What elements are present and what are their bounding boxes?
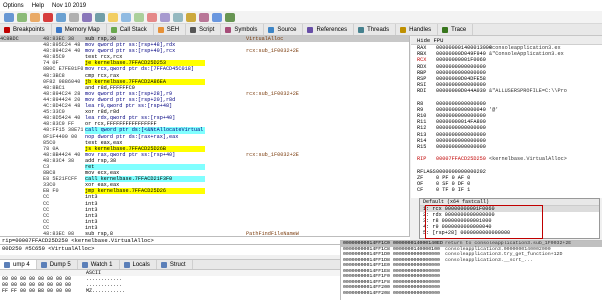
menu-help[interactable]: Help (32, 3, 44, 9)
dump-tab-label: Dump 5 (49, 261, 71, 268)
registers-pane[interactable]: Hide FPU RAX 000000001400013000 <consoleap… (411, 36, 602, 198)
toolbar-button-icon[interactable] (134, 12, 144, 22)
struct-icon (160, 261, 167, 268)
dump-tab-watch-1[interactable]: Watch 1 (78, 260, 120, 269)
references-icon (307, 26, 314, 33)
toolbar-button-icon[interactable] (17, 12, 27, 22)
toolbar-button-icon[interactable] (69, 12, 79, 22)
tab-label: Script (199, 26, 215, 33)
tab-trace[interactable]: Trace (438, 24, 474, 35)
toolbar-button-icon[interactable] (147, 12, 157, 22)
breakpoint-icon (4, 26, 10, 33)
toolbar-button-icon[interactable] (212, 12, 222, 22)
stack-value: 0000000000000000 (393, 290, 440, 296)
toolbar-button-icon[interactable] (4, 12, 14, 22)
tab-references[interactable]: References (303, 24, 355, 35)
toolbar-button-icon[interactable] (82, 12, 92, 22)
toolbar-button-icon[interactable] (108, 12, 118, 22)
dump-tab-label: Watch 1 (90, 261, 113, 268)
stack-address: 00000000014FF208 (343, 290, 390, 296)
highlight-annotation-box (425, 205, 543, 239)
source-icon (268, 26, 275, 33)
dump-pane[interactable]: ASCII 00 00 00 00 00 00 00 00............… (0, 270, 340, 300)
toolbar-button-icon[interactable] (199, 12, 209, 22)
symbols-icon (225, 26, 232, 33)
hide-fpu-toggle[interactable]: Hide FPU (411, 36, 602, 45)
dump-tab-dump-5[interactable]: Dump 5 (37, 260, 78, 269)
tab-threads[interactable]: Threads (354, 24, 397, 35)
tab-label: Memory Map (64, 26, 100, 33)
dump-row[interactable]: FF FF 00 00 B8 00 00 00 MZ........... (0, 288, 340, 294)
tab-label: References (316, 26, 348, 33)
build-date: Nov 10 2019 (52, 2, 87, 9)
dump-icon (40, 261, 47, 268)
tab-memory-map[interactable]: Memory Map (52, 24, 107, 35)
trace-icon (442, 26, 449, 33)
toolbar-button-icon[interactable] (225, 12, 235, 22)
toolbar-button-icon[interactable] (56, 12, 66, 22)
dump-hex: FF FF 00 00 B8 00 00 00 (2, 288, 72, 294)
tab-label: SEH (166, 26, 180, 33)
locals-icon (123, 261, 130, 268)
dump-tab-locals[interactable]: Locals (120, 260, 157, 269)
tab-label: Breakpoints (13, 26, 45, 33)
dump-tab-label: ump 4 (13, 261, 30, 268)
dump-tab-bar: ump 4 Dump 5 Watch 1 Locals Struct (0, 259, 340, 270)
handles-icon (400, 26, 407, 33)
menu-bar: Options Help Nov 10 2019 (0, 0, 602, 11)
memory-map-icon (55, 26, 62, 33)
toolbar (0, 11, 602, 24)
dump-tab-struct[interactable]: Struct (157, 260, 193, 269)
dump-tab-label: Locals (132, 261, 150, 268)
menu-options[interactable]: Options (3, 3, 24, 9)
script-icon (190, 26, 197, 33)
toolbar-button-icon[interactable] (95, 12, 105, 22)
tab-label: Trace (451, 26, 467, 33)
threads-icon (358, 26, 365, 33)
dump-tab-label: Struct (169, 261, 186, 268)
toolbar-button-icon[interactable] (43, 12, 53, 22)
tab-handles[interactable]: Handles (396, 24, 439, 35)
main-tab-bar: Breakpoints Memory Map Call Stack SEH Script… (0, 24, 602, 36)
tab-label: Call Stack (119, 26, 147, 33)
tab-symbols[interactable]: Symbols (221, 24, 265, 35)
toolbar-button-icon[interactable] (30, 12, 40, 22)
tab-label: Threads (367, 26, 390, 33)
toolbar-button-icon[interactable] (121, 12, 131, 22)
dump-tab-ump-4[interactable]: ump 4 (0, 260, 37, 269)
tab-breakpoints[interactable]: Breakpoints (0, 24, 52, 35)
dump-icon (4, 261, 10, 268)
toolbar-button-icon[interactable] (160, 12, 170, 22)
stack-pane[interactable]: 00000000014FF1C0 000000014000140ED return … (340, 240, 602, 300)
tab-script[interactable]: Script (186, 24, 222, 35)
tab-label: Source (277, 26, 297, 33)
disassembly-pane[interactable]: 4C8BDC 48:83EC 38 sub rsp,38 VirtualAlloc 48… (0, 36, 410, 236)
tab-label: Symbols (234, 26, 258, 33)
tab-call-stack[interactable]: Call Stack (107, 24, 154, 35)
tab-seh[interactable]: SEH (154, 24, 187, 35)
watch-icon (81, 261, 88, 268)
tab-label: Handles (409, 26, 432, 33)
dump-ascii: MZ........... (86, 288, 126, 294)
tab-source[interactable]: Source (264, 24, 304, 35)
call-stack-icon (110, 26, 117, 33)
seh-icon (157, 26, 164, 33)
stack-row[interactable]: 00000000014FF208 0000000000000000 (341, 291, 602, 297)
toolbar-button-icon[interactable] (186, 12, 196, 22)
toolbar-button-icon[interactable] (173, 12, 183, 22)
